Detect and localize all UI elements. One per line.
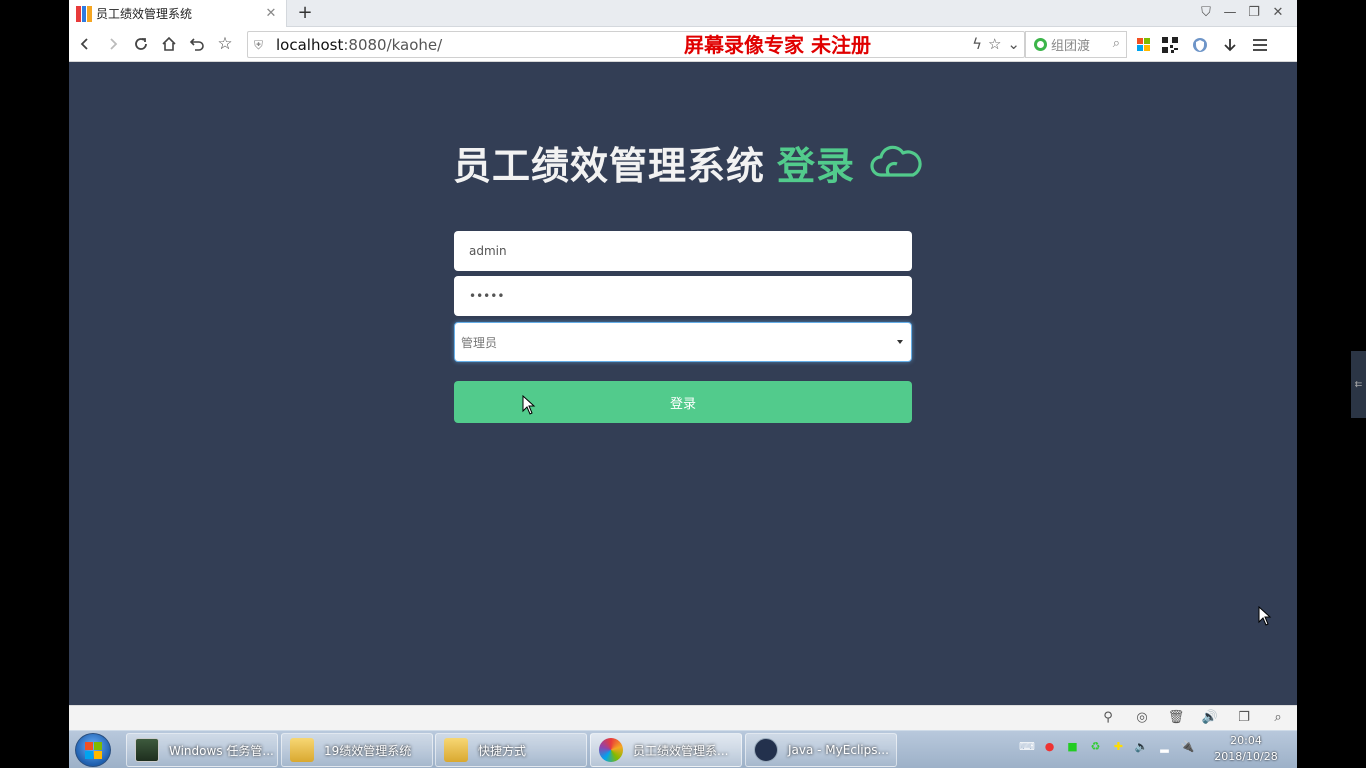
undo-icon[interactable] <box>183 30 211 58</box>
bookmark-star-icon[interactable]: ☆ <box>211 30 239 58</box>
search-box[interactable]: 组团渡 ⌕ <box>1025 31 1127 58</box>
chevron-down-icon[interactable]: ⌄ <box>1007 35 1020 53</box>
nav-bar: ☆ ⛨ localhost :8080/kaohe/ 屏幕录像专家 未注册 ϟ … <box>69 27 1297 62</box>
search-placeholder: 组团渡 <box>1051 39 1091 54</box>
side-panel-handle[interactable]: ⇇ <box>1351 351 1366 418</box>
windows-logo-icon <box>84 741 102 759</box>
page-title-accent: 登录 <box>777 143 856 188</box>
taskbar-item-browser[interactable]: 员工绩效管理系... <box>590 733 742 767</box>
tab-active[interactable]: 员工绩效管理系统 ✕ <box>69 0 287 27</box>
login-heading: 员工绩效管理系统 登录 <box>453 138 923 188</box>
login-page: 员工绩效管理系统 登录 管理员 登录 <box>69 62 1297 705</box>
page-title: 员工绩效管理系统 <box>453 143 766 188</box>
menu-icon[interactable] <box>1250 35 1270 55</box>
password-field[interactable] <box>454 276 912 316</box>
search-icon[interactable]: ⌕ <box>1113 36 1120 51</box>
tab-bar: 员工绩效管理系统 ✕ + ⛉ — ❐ ✕ <box>69 0 1297 27</box>
taskbar-item-myeclipse[interactable]: Java - MyEclips... <box>745 733 897 767</box>
apps-grid-icon[interactable] <box>1137 38 1150 51</box>
download-icon[interactable] <box>1220 35 1240 55</box>
skin-icon[interactable]: ⛉ <box>1199 4 1213 22</box>
folder-icon <box>444 738 468 762</box>
secondary-cursor-icon <box>1258 606 1272 626</box>
window-icon[interactable]: ❐ <box>1235 710 1253 726</box>
tab-close-icon[interactable]: ✕ <box>262 6 280 21</box>
new-tab-button[interactable]: + <box>295 2 315 24</box>
browser-tools <box>1137 31 1270 58</box>
pin-icon[interactable]: ⚲ <box>1099 710 1117 726</box>
taskbar-item-label: 快捷方式 <box>478 743 527 758</box>
qr-code-icon[interactable] <box>1160 35 1180 55</box>
browser-window: 员工绩效管理系统 ✕ + ⛉ — ❐ ✕ ☆ ⛨ localhost:8080… <box>69 0 1297 730</box>
username-field[interactable] <box>454 231 912 271</box>
keyboard-icon[interactable]: ⌨ <box>1019 739 1035 754</box>
clock[interactable]: 20:04 2018/10/28 <box>1211 733 1281 765</box>
taskbar-item-label: Java - MyEclips... <box>788 743 889 757</box>
cloud-icon <box>870 145 922 177</box>
browser-status-bar: ⚲ ◎ 🗑 🔊 ❐ ⌕ <box>69 705 1297 730</box>
password-input[interactable] <box>469 289 912 303</box>
back-icon[interactable] <box>71 30 99 58</box>
window-controls: ⛉ — ❐ ✕ <box>1199 4 1285 22</box>
taskbar-item-folder[interactable]: 19绩效管理系统 <box>281 733 433 767</box>
username-input[interactable] <box>469 244 912 258</box>
taskbar-item-task-manager[interactable]: Windows 任务管... <box>126 733 278 767</box>
plus-icon[interactable]: ✚ <box>1111 739 1126 754</box>
role-selected-value: 管理员 <box>461 335 498 350</box>
browser-icon <box>599 738 623 762</box>
close-window-icon[interactable]: ✕ <box>1271 4 1285 22</box>
clock-date: 2018/10/28 <box>1214 750 1278 763</box>
home-icon[interactable] <box>155 30 183 58</box>
screen: 员工绩效管理系统 ✕ + ⛉ — ❐ ✕ ☆ ⛨ localhost:8080… <box>0 0 1366 768</box>
taskbar-item-shortcut[interactable]: 快捷方式 <box>435 733 587 767</box>
trash-icon[interactable]: 🗑 <box>1167 710 1185 726</box>
signal-icon[interactable]: ▂ <box>1157 739 1172 754</box>
app-logo-icon <box>76 5 93 22</box>
network-monitor-icon[interactable]: ● <box>1042 739 1057 754</box>
tab-title: 员工绩效管理系统 <box>96 7 193 21</box>
role-select[interactable]: 管理员 <box>454 322 912 362</box>
speed-icon[interactable]: ◎ <box>1133 710 1151 726</box>
zoom-icon[interactable]: ⌕ <box>1269 710 1287 726</box>
terminal-icon[interactable]: ■ <box>1065 739 1080 754</box>
minimize-icon[interactable]: — <box>1223 4 1237 22</box>
mouse-cursor-icon <box>522 395 536 415</box>
myeclipse-icon <box>754 738 778 762</box>
recorder-watermark: 屏幕录像专家 未注册 <box>684 33 871 57</box>
shield-icon: ⛨ <box>254 37 264 52</box>
forward-icon[interactable] <box>99 30 127 58</box>
task-manager-icon <box>135 738 159 762</box>
search-engine-icon <box>1034 38 1047 51</box>
taskbar-item-label: 员工绩效管理系... <box>633 743 729 758</box>
address-bar[interactable]: ⛨ localhost :8080/kaohe/ 屏幕录像专家 未注册 ϟ ☆ … <box>247 31 1025 58</box>
lightning-icon[interactable]: ϟ <box>972 35 982 53</box>
reload-icon[interactable] <box>127 30 155 58</box>
status-bar-icons: ⚲ ◎ 🗑 🔊 ❐ ⌕ <box>1099 710 1287 726</box>
security-icon[interactable]: ♻ <box>1088 739 1103 754</box>
sound-icon[interactable]: 🔊 <box>1201 710 1219 726</box>
restore-icon[interactable]: ❐ <box>1247 4 1261 22</box>
favorite-star-icon[interactable]: ☆ <box>988 35 1001 53</box>
taskbar-item-label: Windows 任务管... <box>169 743 274 758</box>
volume-icon[interactable]: 🔈 <box>1134 739 1149 754</box>
system-tray: ⌨ ● ■ ♻ ✚ 🔈 ▂ 🔌 <box>1019 739 1195 754</box>
address-bar-actions: ϟ ☆ ⌄ <box>972 35 1020 53</box>
taskbar-item-label: 19绩效管理系统 <box>324 743 412 758</box>
start-button[interactable] <box>75 733 111 767</box>
security-shield-icon[interactable] <box>1190 35 1210 55</box>
url-host: localhost <box>276 35 344 54</box>
power-icon[interactable]: 🔌 <box>1180 739 1195 754</box>
url-path: :8080/kaohe/ <box>343 35 443 54</box>
caret-down-icon <box>897 340 903 344</box>
folder-icon <box>290 738 314 762</box>
taskbar: Windows 任务管... 19绩效管理系统 快捷方式 员工绩效管理系... … <box>69 730 1297 768</box>
clock-time: 20:04 <box>1230 734 1262 747</box>
